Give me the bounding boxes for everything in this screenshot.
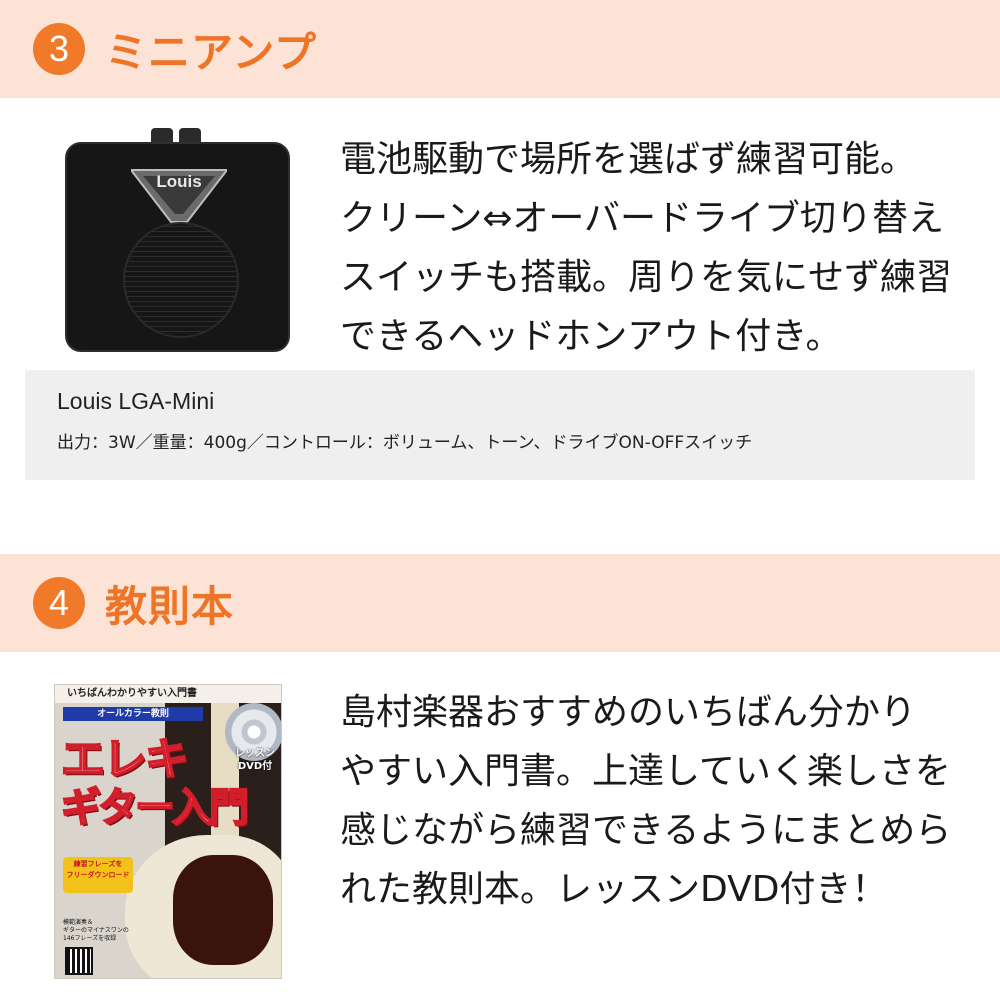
section-header-mini-amp: 3 ミニアンプ — [0, 0, 1000, 98]
product-name: Louis LGA-Mini — [57, 388, 215, 414]
section-number-badge: 3 — [33, 23, 85, 75]
instruction-book-description: 島村楽器おすすめのいちばん分かり やすい入門書。上達していく楽しさを 感じながら… — [340, 683, 980, 919]
guitar-pickguard — [173, 855, 273, 965]
description-line: やすい入門書。上達していく楽しさを — [340, 751, 951, 792]
description-line: 島村楽器おすすめのいちばん分かり — [340, 692, 917, 733]
book-title-line2: ギター入門 — [60, 784, 250, 832]
description-line: れた教則本。レッスンDVD付き！ — [340, 869, 888, 910]
mini-amp-description: 電池駆動で場所を選ばず練習可能。 クリーン⇔オーバードライブ切り替え スイッチも… — [340, 130, 980, 366]
description-line: スイッチも搭載。周りを気にせず練習 — [340, 257, 953, 298]
book-foot-text: 模範演奏＆ ギターのマイナスワンの 146フレーズを収録 — [63, 919, 129, 942]
description-line: 感じながら練習できるようにまとめら — [340, 810, 952, 851]
instruction-book-cover-image: いちばんわかりやすい入門書 オールカラー教則 レッスン DVD付 エレキ ギター… — [54, 684, 282, 979]
spec-box: Louis LGA-Mini 出力：3W／重量：400g／コントロール：ボリュー… — [25, 370, 975, 480]
section-title: 教則本 — [105, 581, 235, 631]
section-number-badge: 4 — [33, 577, 85, 629]
amp-body: Louis — [65, 142, 290, 352]
amp-logo-text: Louis — [156, 172, 202, 191]
product-spec-detail: 出力：3W／重量：400g／コントロール：ボリューム、トーン、ドライブON-OF… — [57, 433, 753, 453]
description-line: できるヘッドホンアウト付き。 — [340, 316, 842, 357]
qr-code-icon — [65, 947, 93, 975]
section-header-instruction-book: 4 教則本 — [0, 554, 1000, 652]
book-band-text: オールカラー教則 — [63, 707, 203, 721]
section-title: ミニアンプ — [105, 27, 318, 77]
description-line: クリーン⇔オーバードライブ切り替え — [340, 198, 945, 239]
book-top-text: いちばんわかりやすい入門書 — [55, 685, 281, 703]
mini-amp-image: Louis — [65, 128, 290, 353]
description-line: 電池駆動で場所を選ばず練習可能。 — [340, 139, 917, 180]
book-download-badge: 練習フレーズを フリーダウンロード — [63, 857, 133, 893]
amp-speaker-grille — [123, 222, 239, 338]
